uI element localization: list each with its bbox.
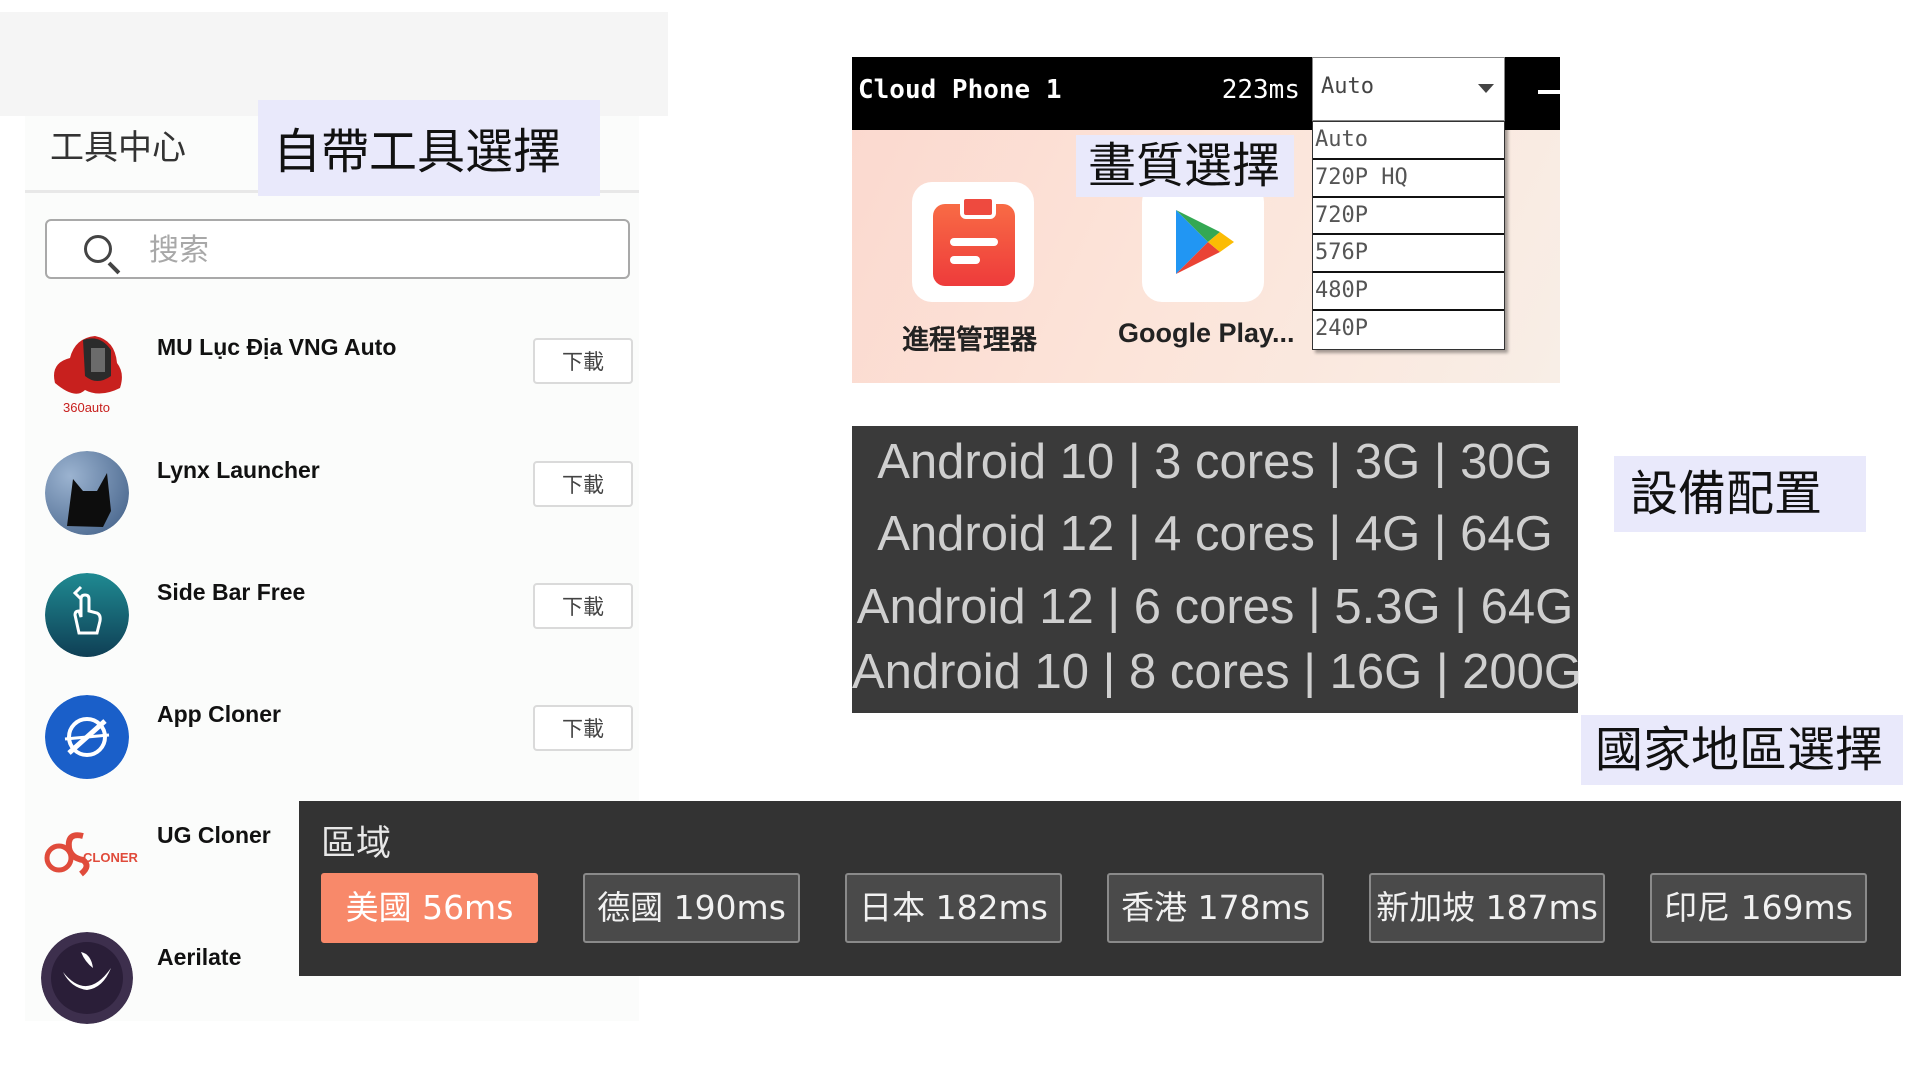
download-button[interactable]: 下載	[533, 583, 633, 629]
download-button[interactable]: 下載	[533, 705, 633, 751]
download-button[interactable]: 下載	[533, 338, 633, 384]
quality-option[interactable]: 240P	[1313, 311, 1504, 349]
app-list-item: Side Bar Free 下載	[25, 563, 639, 683]
download-button[interactable]: 下載	[533, 461, 633, 507]
google-play-app[interactable]	[1142, 182, 1264, 302]
quality-option[interactable]: 720P	[1313, 198, 1504, 236]
app-name: Lynx Launcher	[157, 457, 320, 483]
aerilate-icon	[41, 932, 133, 1024]
search-box[interactable]	[45, 219, 630, 279]
app-name: UG Cloner	[157, 822, 271, 848]
app-label: 進程管理器	[902, 325, 1037, 356]
device-spec-option[interactable]: Android 10 | 8 cores | 16G | 200G	[852, 644, 1582, 700]
app-name: App Cloner	[157, 701, 281, 727]
region-label: 區域	[321, 824, 392, 864]
region-option-id[interactable]: 印尼 169ms	[1650, 873, 1867, 943]
minimize-icon[interactable]	[1505, 57, 1560, 130]
search-icon	[84, 235, 112, 263]
region-option-hk[interactable]: 香港 178ms	[1107, 873, 1324, 943]
region-option-jp[interactable]: 日本 182ms	[845, 873, 1062, 943]
hand-gesture-icon	[45, 573, 129, 657]
app-list-item: 360auto MU Lục Địa VNG Auto 下載	[25, 318, 639, 438]
region-option-sg[interactable]: 新加坡 187ms	[1369, 873, 1605, 943]
device-spec-option[interactable]: Android 12 | 6 cores | 5.3G | 64G	[852, 579, 1578, 635]
app-name: Aerilate	[157, 944, 242, 970]
callout-region: 國家地區選擇	[1581, 715, 1903, 785]
quality-select[interactable]: Auto	[1312, 57, 1505, 121]
process-manager-app[interactable]	[912, 182, 1034, 302]
callout-device-config: 設備配置	[1614, 456, 1866, 532]
clipboard-icon	[933, 195, 1015, 286]
app-label: Google Play...	[1118, 318, 1295, 348]
quality-dropdown: Auto 720P HQ 720P 576P 480P 240P	[1312, 121, 1505, 350]
app-name: Side Bar Free	[157, 579, 306, 605]
app-badge: CLONER	[83, 850, 138, 865]
quality-option[interactable]: 576P	[1313, 235, 1504, 274]
region-panel: 區域 美國 56ms 德國 190ms 日本 182ms 香港 178ms 新加…	[299, 801, 1901, 976]
app-badge: 360auto	[63, 400, 110, 415]
callout-quality: 畫質選擇	[1076, 135, 1294, 197]
device-spec-option[interactable]: Android 12 | 4 cores | 4G | 64G	[852, 506, 1578, 562]
search-input[interactable]	[147, 231, 611, 269]
quality-option[interactable]: 480P	[1313, 273, 1504, 311]
google-play-icon	[1176, 210, 1234, 274]
device-spec-option[interactable]: Android 10 | 3 cores | 3G | 30G	[852, 434, 1578, 490]
quality-option[interactable]: Auto	[1313, 122, 1504, 160]
chevron-down-icon	[1478, 84, 1494, 93]
region-option-us[interactable]: 美國 56ms	[321, 873, 538, 943]
app-cloner-icon	[45, 695, 129, 779]
region-option-de[interactable]: 德國 190ms	[583, 873, 800, 943]
app-name: MU Lục Địa VNG Auto	[157, 334, 397, 360]
callout-builtin-tools: 自帶工具選擇	[258, 100, 600, 196]
device-spec-list: Android 10 | 3 cores | 3G | 30G Android …	[852, 426, 1582, 713]
quality-option[interactable]: 720P HQ	[1313, 160, 1504, 198]
tool-center-title: 工具中心	[50, 128, 186, 168]
cloud-phone-title: Cloud Phone 1	[858, 75, 1062, 105]
app-list-item: App Cloner 下載	[25, 685, 639, 805]
cloud-phone-latency: 223ms	[1221, 75, 1300, 105]
cloud-phone-header: Cloud Phone 1 223ms	[852, 57, 1312, 130]
lynx-icon	[45, 451, 129, 535]
app-list-item: Lynx Launcher 下載	[25, 441, 639, 561]
quality-select-value: Auto	[1321, 74, 1374, 99]
